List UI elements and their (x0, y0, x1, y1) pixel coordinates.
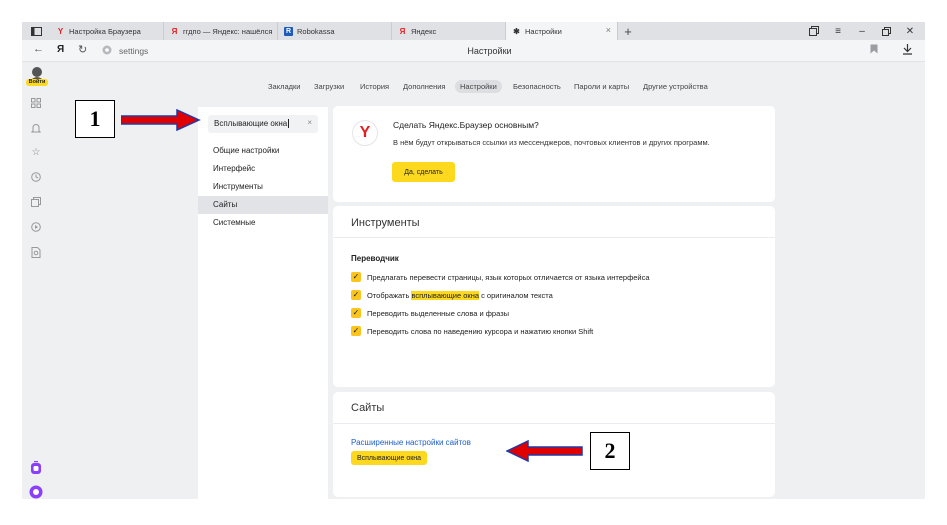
nav-other-devices[interactable]: Другие устройства (638, 80, 713, 93)
nav-passwords[interactable]: Пароли и карты (569, 80, 634, 93)
sidebar-item-general[interactable]: Общие настройки (198, 142, 328, 160)
tabs-manager-icon[interactable] (802, 22, 826, 40)
tab-title: Яндекс (411, 26, 437, 36)
nav-extensions[interactable]: Дополнения (398, 80, 450, 93)
option-text: Переводить выделенные слова и фразы (367, 308, 510, 318)
play-icon[interactable] (30, 221, 42, 233)
menu-icon[interactable]: ≡ (826, 22, 850, 40)
nav-bookmarks[interactable]: Закладки (263, 80, 305, 93)
tab-yandex[interactable]: Я Яндекс (392, 22, 506, 40)
tab-settings[interactable]: ✱ Настройки × (506, 22, 618, 40)
translator-option-1[interactable]: ✓ Предлагать перевести страницы, язык ко… (351, 271, 650, 283)
translator-option-2[interactable]: ✓ Отображать всплывающие окна с оригинал… (351, 289, 553, 301)
checkbox-checked-icon[interactable]: ✓ (351, 326, 361, 336)
default-browser-card: Y Сделать Яндекс.Браузер основным? В нём… (333, 106, 775, 202)
clear-search-icon[interactable]: × (307, 118, 312, 127)
option-text: Предлагать перевести страницы, язык кото… (367, 272, 650, 282)
divider (333, 423, 775, 424)
annotation-label-2: 2 (590, 432, 630, 470)
tab-title: ггдпо — Яндекс: нашёлся (183, 26, 273, 36)
make-default-button[interactable]: Да, сделать (392, 162, 455, 182)
gear-icon: ✱ (513, 26, 520, 36)
translator-option-3[interactable]: ✓ Переводить выделенные слова и фразы (351, 307, 509, 319)
alice-assistant-icon[interactable] (29, 485, 43, 499)
minimize-icon[interactable]: – (850, 22, 874, 40)
promo-description: В нём будут открываться ссылки из мессен… (393, 138, 710, 147)
yandex-y-icon: Y (57, 26, 64, 36)
side-panel: Войти ☆ (22, 62, 50, 499)
nav-downloads[interactable]: Загрузки (309, 80, 349, 93)
document-search-icon[interactable] (30, 246, 42, 258)
translator-option-4[interactable]: ✓ Переводить слова по наведению курсора … (351, 325, 593, 337)
apps-grid-icon[interactable] (30, 97, 42, 109)
tab-title: Настройки (525, 26, 562, 36)
page-title: Настройки (467, 46, 512, 56)
clock-icon[interactable] (30, 171, 42, 183)
divider (333, 237, 775, 238)
settings-sidebar: Всплывающие окна × Общие настройки Интер… (198, 107, 328, 499)
yandex-y-icon: Я (399, 26, 406, 36)
tab-robokassa[interactable]: R Robokassa (278, 22, 392, 40)
popups-search-badge[interactable]: Всплывающие окна (351, 451, 427, 465)
nav-settings[interactable]: Настройки (455, 80, 502, 93)
sidebar-item-tools[interactable]: Инструменты (198, 178, 328, 196)
close-window-icon[interactable]: ✕ (898, 22, 922, 40)
nav-security[interactable]: Безопасность (508, 80, 566, 93)
annotation-arrow-right (121, 109, 201, 131)
settings-search-input[interactable]: Всплывающие окна × (208, 115, 318, 133)
sidebar-toggle-button[interactable] (22, 22, 50, 40)
checkbox-checked-icon[interactable]: ✓ (351, 272, 361, 282)
alice-device-icon[interactable] (29, 460, 43, 475)
new-tab-button[interactable]: + (618, 22, 638, 40)
option-text-suffix: с оригиналом текста (479, 290, 553, 300)
sidebar-toggle-icon (30, 26, 42, 36)
search-highlight: всплывающие окна (411, 290, 480, 300)
tab-bar: Y Настройка Браузера Я ггдпо — Яндекс: н… (22, 22, 925, 40)
bookmark-icon[interactable] (870, 44, 878, 57)
download-icon[interactable] (902, 43, 913, 58)
tools-card: Инструменты Переводчик ✓ Предлагать пере… (333, 206, 775, 387)
yandex-browser-logo: Y (352, 120, 378, 146)
tools-title: Инструменты (351, 217, 420, 229)
search-value: Всплывающие окна (214, 119, 288, 128)
address-bar: ← Я ↻ settings Настройки (22, 40, 925, 62)
sidebar-item-system[interactable]: Системные (198, 214, 328, 232)
advanced-site-settings-link[interactable]: Расширенные настройки сайтов (351, 438, 471, 447)
collections-icon[interactable] (30, 196, 42, 208)
checkbox-checked-icon[interactable]: ✓ (351, 308, 361, 318)
close-tab-icon[interactable]: × (606, 25, 611, 35)
sidebar-item-sites[interactable]: Сайты (198, 196, 328, 214)
browser-window: Y Настройка Браузера Я ггдпо — Яндекс: н… (22, 22, 925, 499)
robokassa-icon: R (284, 26, 293, 36)
sites-title: Сайты (351, 402, 385, 414)
restore-icon[interactable] (874, 22, 898, 40)
tab-title: Настройка Браузера (69, 26, 141, 36)
option-text: Отображать (367, 290, 412, 300)
checkbox-checked-icon[interactable]: ✓ (351, 290, 361, 300)
annotation-arrow-left (506, 440, 583, 462)
settings-top-nav: Закладки Загрузки История Дополнения Нас… (22, 80, 925, 94)
tab-browser-settings[interactable]: Y Настройка Браузера (50, 22, 164, 40)
translator-subtitle: Переводчик (351, 254, 399, 263)
annotation-label-1: 1 (75, 100, 115, 138)
tab-title: Robokassa (297, 26, 335, 36)
option-text: Переводить слова по наведению курсора и … (367, 326, 594, 336)
nav-history[interactable]: История (355, 80, 394, 93)
star-icon[interactable]: ☆ (30, 146, 42, 158)
bell-icon[interactable] (30, 122, 42, 134)
yandex-y-icon: Я (171, 26, 178, 36)
tab-yandex-search[interactable]: Я ггдпо — Яндекс: нашёлся (164, 22, 278, 40)
promo-title: Сделать Яндекс.Браузер основным? (393, 120, 539, 130)
sidebar-item-interface[interactable]: Интерфейс (198, 160, 328, 178)
